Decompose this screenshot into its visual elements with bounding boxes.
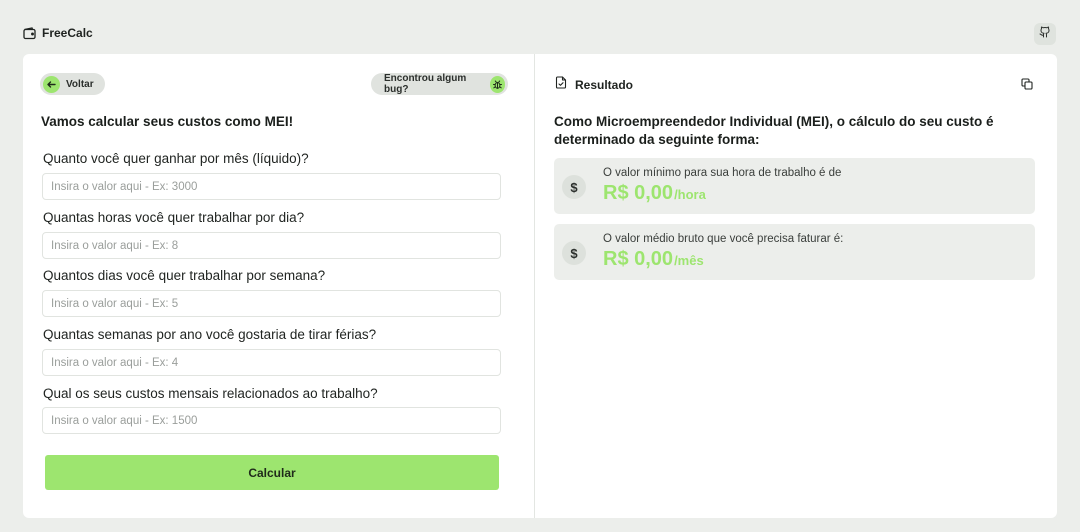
result-description: Como Microempreendedor Individual (MEI),… [554,114,994,147]
monthly-costs-input[interactable] [42,407,501,434]
copy-button[interactable] [1021,77,1035,91]
form-title: Vamos calcular seus custos como MEI! [41,114,294,129]
copy-icon [1021,77,1033,94]
hourly-rate-amount: R$ 0,00 [603,182,674,204]
github-button[interactable] [1034,23,1056,45]
field-label-vacation-weeks: Quantas semanas por ano você gostaria de… [43,327,377,342]
field-label-monthly-costs: Qual os seus custos mensais relacionados… [43,386,378,401]
bug-icon [489,75,505,93]
monthly-revenue-amount: R$ 0,00 [603,248,674,270]
bug-label: Encontrou algum bug? [384,73,467,95]
github-icon [1039,25,1051,43]
arrow-left-icon [43,75,60,93]
top-bar: FreeCalc [0,0,1080,54]
field-label-monthly-income: Quanto você quer ganhar por mês (líquido… [43,151,309,166]
app-name: FreeCalc [42,26,93,40]
wallet-icon [23,26,36,40]
days-per-week-input[interactable] [42,290,501,317]
brand[interactable]: FreeCalc [23,26,93,40]
monthly-revenue-label: O valor médio bruto que você precisa fat… [603,233,844,245]
monthly-revenue-card: $ O valor médio bruto que você precisa f… [554,224,1035,280]
hours-per-day-input[interactable] [42,232,501,259]
report-bug-button[interactable]: Encontrou algum bug? [371,73,508,95]
field-label-days-per-week: Quantos dias você quer trabalhar por sem… [43,268,326,283]
calculate-button[interactable]: Calcular [45,455,499,490]
monthly-income-input[interactable] [42,173,501,200]
back-label: Voltar [66,78,94,90]
monthly-revenue-unit: /mês [674,253,704,268]
dollar-icon: $ [562,175,586,199]
monthly-revenue-value: R$ 0,00 /mês [603,248,704,271]
hourly-rate-value: R$ 0,00 /hora [603,182,706,205]
result-title: Resultado [575,78,634,92]
hourly-rate-unit: /hora [674,187,706,202]
file-check-icon [555,76,567,94]
result-header: Resultado [555,76,633,94]
field-label-hours-per-day: Quantas horas você quer trabalhar por di… [43,210,305,225]
vacation-weeks-input[interactable] [42,349,501,376]
result-panel: Resultado Como Microempreendedor Individ… [535,54,1057,518]
hourly-rate-label: O valor mínimo para sua hora de trabalho… [603,167,842,179]
hourly-rate-card: $ O valor mínimo para sua hora de trabal… [554,158,1035,214]
back-button[interactable]: Voltar [40,73,105,95]
main-card: Voltar Encontrou algum bug? Vamos calcul… [23,54,1057,518]
calculator-panel: Voltar Encontrou algum bug? Vamos calcul… [23,54,535,518]
dollar-icon: $ [562,241,586,265]
